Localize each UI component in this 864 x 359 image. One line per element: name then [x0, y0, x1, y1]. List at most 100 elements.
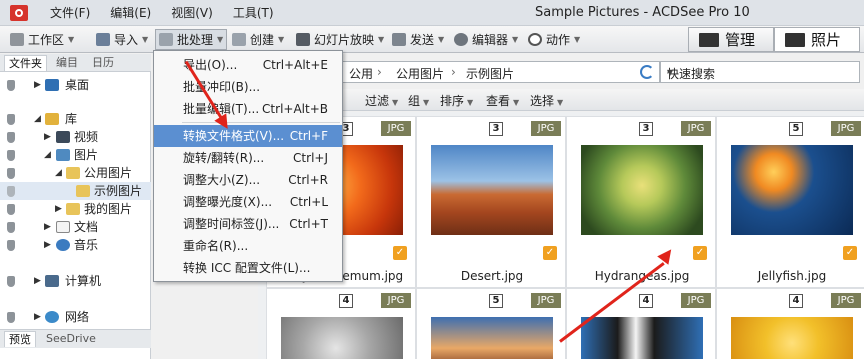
- tree-item-my-pictures[interactable]: ▶ 我的图片: [0, 200, 151, 218]
- batch-button[interactable]: 批处理 ▼: [155, 29, 228, 50]
- view-menu[interactable]: 查看 ▼: [486, 92, 519, 109]
- desktop-icon: [45, 79, 59, 91]
- photos-mode-button[interactable]: 照片: [774, 27, 860, 52]
- send-button[interactable]: 发送 ▼: [392, 29, 444, 50]
- breadcrumb-segment[interactable]: 公用: [349, 65, 373, 82]
- menu-item-convert-icc[interactable]: 转换 ICC 配置文件(L)...: [154, 257, 342, 279]
- quick-search-input[interactable]: 快速搜索 ▼: [660, 61, 860, 83]
- rating-badge[interactable]: 5: [489, 294, 503, 308]
- tree-item-network[interactable]: ▶ 网络: [0, 308, 151, 326]
- slideshow-icon: [296, 33, 310, 46]
- rating-badge[interactable]: 5: [789, 122, 803, 136]
- pin-icon: [7, 204, 15, 215]
- file-name: Jellyfish.jpg: [757, 269, 827, 283]
- group-menu[interactable]: 组 ▼: [408, 92, 429, 109]
- thumbnail-item[interactable]: 5 JPG: [416, 288, 566, 359]
- tree-item-pictures[interactable]: ◢ 图片: [0, 146, 151, 164]
- editor-button[interactable]: 编辑器 ▼: [454, 29, 518, 50]
- sort-menu[interactable]: 排序 ▼: [440, 92, 473, 109]
- tree-item-sample-pictures[interactable]: 示例图片: [0, 182, 151, 200]
- tab-preview[interactable]: 预览: [4, 331, 36, 347]
- thumbnail-item[interactable]: 4 JPG: [266, 288, 416, 359]
- thumbnail-item[interactable]: 3 JPG ✓ Desert.jpg: [416, 116, 566, 288]
- menu-item-batch-edit[interactable]: 批量编辑(T)... Ctrl+Alt+B: [154, 98, 342, 120]
- checkbox-checked-icon[interactable]: ✓: [693, 246, 707, 260]
- rating-badge[interactable]: 4: [639, 294, 653, 308]
- tab-calendar[interactable]: 日历: [88, 55, 118, 71]
- breadcrumb-segment[interactable]: 公用图片: [396, 65, 444, 82]
- thumbnail-item[interactable]: 4 JPG: [716, 288, 864, 359]
- menu-item-rename[interactable]: 重命名(R)...: [154, 235, 342, 257]
- tree-item-documents[interactable]: ▶ 文档: [0, 218, 151, 236]
- breadcrumb-segment[interactable]: 示例图片: [466, 65, 514, 82]
- menu-tools[interactable]: 工具(T): [223, 0, 284, 26]
- breadcrumb[interactable]: 公用 › 公用图片 › 示例图片: [340, 61, 660, 83]
- tab-folders[interactable]: 文件夹: [4, 55, 47, 71]
- select-menu[interactable]: 选择 ▼: [530, 92, 563, 109]
- tree-item-videos[interactable]: ▶ 视频: [0, 128, 151, 146]
- menu-item-adjust-timestamp[interactable]: 调整时间标签(J)... Ctrl+T: [154, 213, 342, 235]
- tree-item-desktop[interactable]: ▶ 桌面: [0, 76, 151, 94]
- pin-icon: [7, 186, 15, 197]
- create-icon: [232, 33, 246, 46]
- refresh-icon[interactable]: [640, 65, 654, 79]
- menu-file[interactable]: 文件(F): [40, 0, 100, 26]
- menu-item-convert-format[interactable]: 转换文件格式(V)... Ctrl+F: [154, 125, 342, 147]
- checkbox-checked-icon[interactable]: ✓: [543, 246, 557, 260]
- chevron-down-icon: ▼: [68, 35, 75, 44]
- expand-arrow-icon: ▶: [44, 240, 51, 250]
- expand-arrow-icon: ▶: [44, 132, 51, 142]
- lighthouse-photo: [431, 317, 553, 359]
- menu-edit[interactable]: 编辑(E): [100, 0, 161, 26]
- thumbnail-item[interactable]: 4 JPG: [566, 288, 716, 359]
- slideshow-label: 幻灯片放映: [314, 33, 375, 47]
- thumbnail-grid: 3 JPG ✓ Chrysanthemum.jpg 3 JPG ✓ Desert…: [258, 112, 864, 359]
- import-button[interactable]: 导入 ▼: [96, 29, 148, 50]
- pin-icon: [7, 240, 15, 251]
- menu-item-resize[interactable]: 调整大小(Z)... Ctrl+R: [154, 169, 342, 191]
- workspace-button[interactable]: 工作区 ▼: [10, 29, 74, 50]
- desert-photo: [431, 145, 553, 235]
- rating-badge[interactable]: 3: [489, 122, 503, 136]
- menu-item-adjust-exposure[interactable]: 调整曝光度(X)... Ctrl+L: [154, 191, 342, 213]
- pin-icon: [7, 132, 15, 143]
- pin-icon: [7, 276, 15, 287]
- chevron-down-icon[interactable]: ▼: [667, 68, 853, 77]
- menu-item-export[interactable]: 导出(O)... Ctrl+Alt+E: [154, 54, 342, 76]
- format-badge: JPG: [381, 293, 411, 308]
- grid-icon: [699, 32, 719, 47]
- send-label: 发送: [410, 33, 435, 47]
- send-icon: [392, 33, 406, 46]
- create-button[interactable]: 创建 ▼: [232, 29, 284, 50]
- acdsee-logo-icon: [10, 5, 28, 21]
- gear-icon: [454, 33, 468, 46]
- thumbnail-item[interactable]: 5 JPG ✓ Jellyfish.jpg: [716, 116, 864, 288]
- menu-view[interactable]: 视图(V): [161, 0, 223, 26]
- chevron-down-icon: ▼: [574, 35, 581, 44]
- tab-seedrive[interactable]: SeeDrive: [42, 331, 100, 347]
- menu-separator: [182, 122, 340, 123]
- title-bar: 文件(F) 编辑(E) 视图(V) 工具(T) Sample Pictures …: [0, 0, 864, 26]
- tree-item-public-pictures[interactable]: ◢ 公用图片: [0, 164, 151, 182]
- folder-panel: 文件夹 编目 日历 ▶ 桌面 ◢ 库 ▶ 视频 ◢ 图片 ◢ 公用图片 示例图片: [0, 54, 151, 359]
- menu-item-batch-print[interactable]: 批量冲印(B)...: [154, 76, 342, 98]
- checkbox-checked-icon[interactable]: ✓: [393, 246, 407, 260]
- tab-catalog[interactable]: 编目: [52, 55, 82, 71]
- rating-badge[interactable]: 3: [639, 122, 653, 136]
- pin-icon: [7, 80, 15, 91]
- chevron-down-icon: ▼: [217, 35, 224, 44]
- menu-item-rotate-flip[interactable]: 旋转/翻转(R)... Ctrl+J: [154, 147, 342, 169]
- tree-item-music[interactable]: ▶ 音乐: [0, 236, 151, 254]
- rating-badge[interactable]: 4: [339, 294, 353, 308]
- action-button[interactable]: 动作 ▼: [528, 29, 580, 50]
- thumbnail-item[interactable]: 3 JPG ✓ Hydrangeas.jpg: [566, 116, 716, 288]
- filter-menu[interactable]: 过滤 ▼: [365, 92, 398, 109]
- slideshow-button[interactable]: 幻灯片放映 ▼: [296, 29, 384, 50]
- tree-item-library[interactable]: ◢ 库: [0, 110, 151, 128]
- chevron-down-icon: ▼: [378, 35, 385, 44]
- tree-item-computer[interactable]: ▶ 计算机: [0, 272, 151, 290]
- rating-badge[interactable]: 4: [789, 294, 803, 308]
- checkbox-checked-icon[interactable]: ✓: [843, 246, 857, 260]
- format-badge: JPG: [681, 121, 711, 136]
- manage-mode-button[interactable]: 管理: [688, 27, 774, 52]
